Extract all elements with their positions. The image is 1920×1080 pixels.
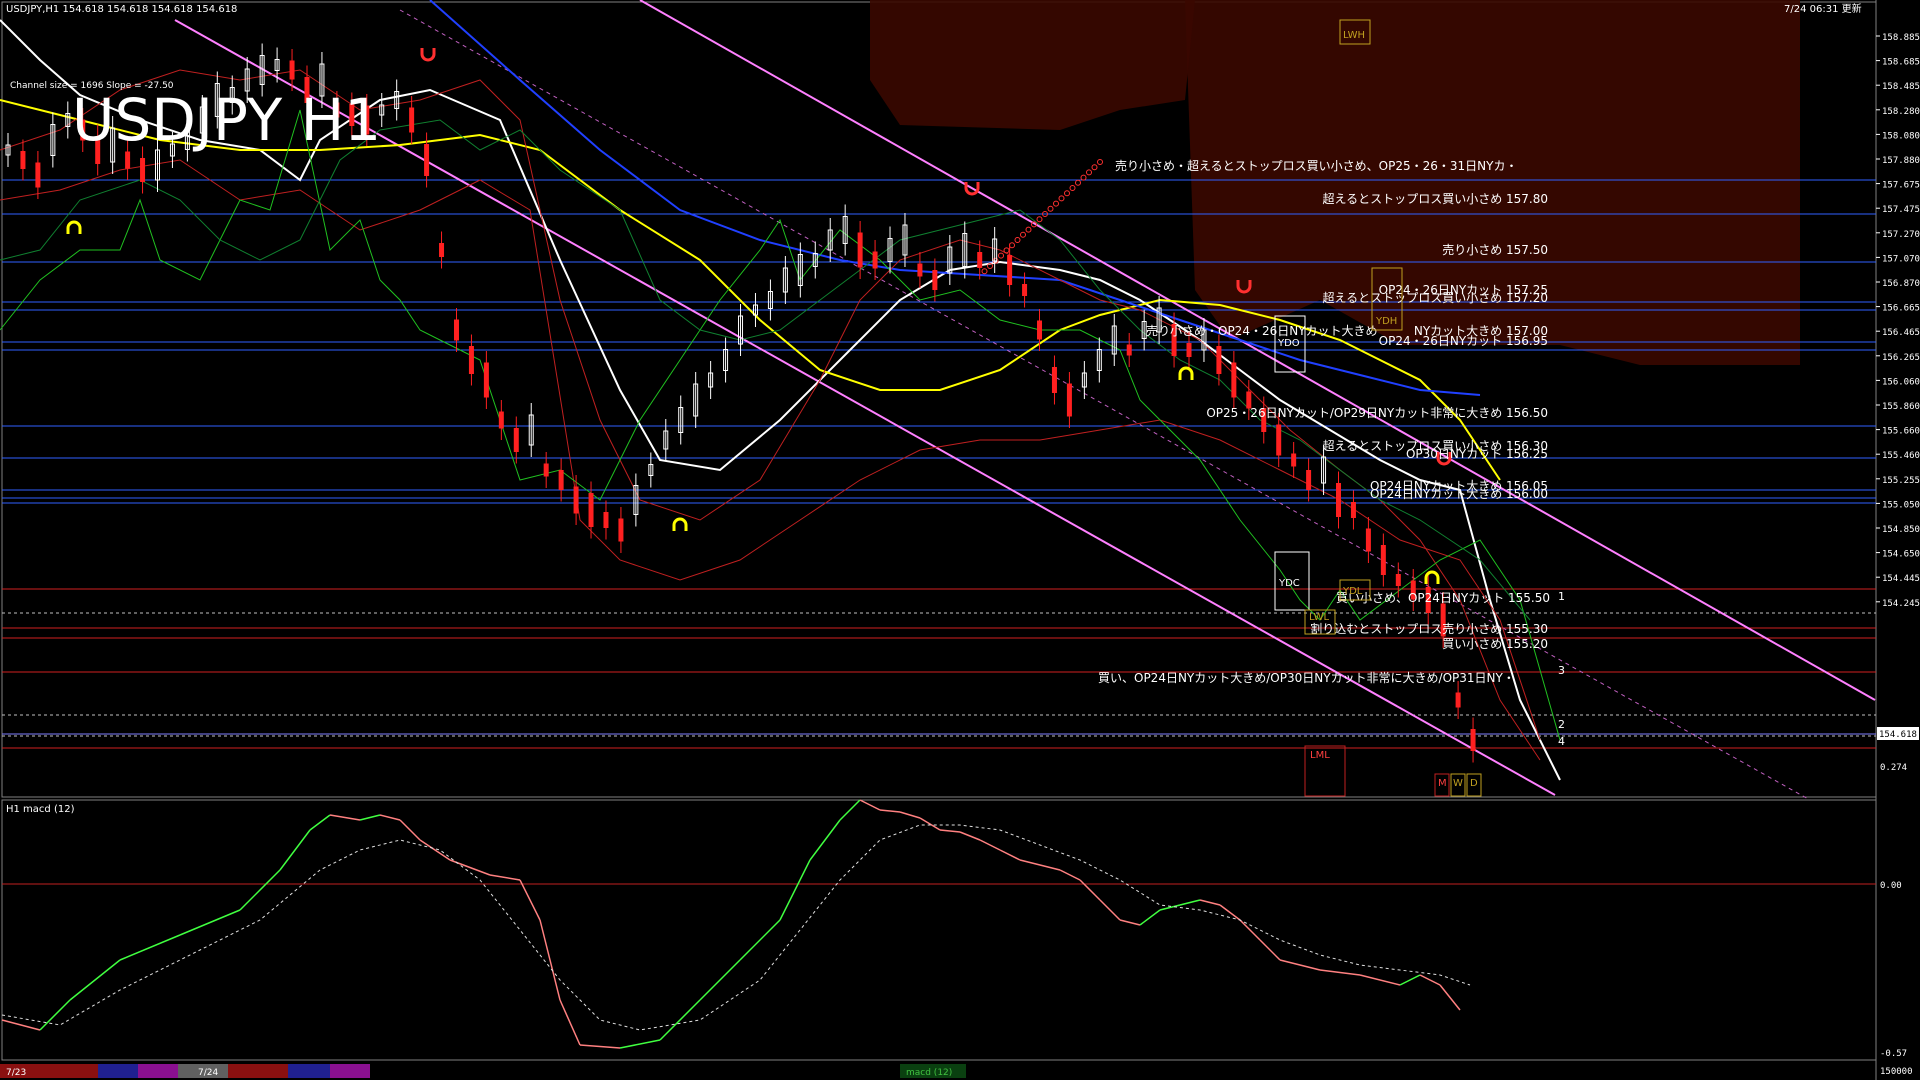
level-annotation: 売り小さめ・超えるとストップロス買い小さめ、OP25・26・31日NYカ・ xyxy=(1115,158,1517,173)
price-tick: 155.050 xyxy=(1882,500,1920,510)
level-annotation: 買い小さめ、OP24日NYカット 155.50 xyxy=(1336,591,1550,605)
marker-m: M xyxy=(1438,778,1447,789)
marker-lwl: LWL xyxy=(1309,612,1330,623)
marker-1: 1 xyxy=(1558,590,1565,603)
price-tick: 158.685 xyxy=(1882,58,1920,68)
price-tick: 156.265 xyxy=(1882,353,1920,363)
price-tick: 155.255 xyxy=(1882,476,1920,486)
macd-tick-axis: 150000 xyxy=(1880,1067,1913,1077)
symbol-info: USDJPY,H1 154.618 154.618 154.618 154.61… xyxy=(6,4,237,15)
price-tick: 155.660 xyxy=(1882,427,1920,437)
marker-lwh: LWH xyxy=(1343,30,1365,41)
price-tick: 157.675 xyxy=(1882,181,1920,191)
level-annotation: 超えるとストップロス買い小さめ 157.20 xyxy=(1323,290,1548,305)
price-tick: 158.280 xyxy=(1882,107,1920,117)
level-annotation: OP25・26日NYカット/OP29日NYカット非常に大きめ 156.50 xyxy=(1206,406,1548,420)
level-annotation: 買い小さめ 155.20 xyxy=(1442,637,1548,651)
level-annotation: OP24日NYカット大きめ 156.00 xyxy=(1370,487,1548,501)
macd-tick-zero: 0.00 xyxy=(1880,881,1902,891)
price-tick: 156.060 xyxy=(1882,377,1920,387)
time-label-0724: 7/24 xyxy=(198,1068,218,1078)
price-tick: 154.850 xyxy=(1882,525,1920,535)
level-annotation: 買い、OP24日NYカット大きめ/OP30日NYカット非常に大きめ/OP31日N… xyxy=(1098,671,1515,685)
usdjpy-h1-chart: USDJPY,H1 154.618 154.618 154.618 154.61… xyxy=(0,0,1920,1080)
price-tick: 155.460 xyxy=(1882,451,1920,461)
marker-ydl: YDL xyxy=(1342,586,1363,597)
marker-4: 4 xyxy=(1558,735,1565,748)
price-tick: 158.485 xyxy=(1882,82,1920,92)
price-tick: 156.465 xyxy=(1882,328,1920,338)
price-tick: 154.650 xyxy=(1882,550,1920,560)
price-tick: 158.885 xyxy=(1882,33,1920,43)
level-annotation: 売り小さめ・OP24・26日NYカット大きめ xyxy=(1146,323,1378,338)
macd-tick-bottom: -0.57 xyxy=(1880,1049,1907,1059)
marker-d: D xyxy=(1470,778,1478,789)
marker-ydo: YDO xyxy=(1277,338,1300,349)
level-annotation: OP24・26日NYカット 156.95 xyxy=(1379,334,1548,348)
price-tick: 157.070 xyxy=(1882,254,1920,264)
chart-watermark: USDJPY H1 xyxy=(72,86,381,154)
price-tick: 157.475 xyxy=(1882,205,1920,215)
current-price-label: 154.618 xyxy=(1879,730,1917,740)
price-tick: 154.245 xyxy=(1882,599,1920,609)
time-label-0723: 7/23 xyxy=(6,1068,26,1078)
macd-tick-top: 0.274 xyxy=(1880,763,1907,773)
price-tick: 157.270 xyxy=(1882,230,1920,240)
price-tick: 158.080 xyxy=(1882,131,1920,141)
update-timestamp: 7/24 06:31 更新 xyxy=(1784,2,1862,15)
marker-ydh: YDH xyxy=(1375,316,1397,327)
price-tick: 154.445 xyxy=(1882,574,1920,584)
macd-tag: macd (12) xyxy=(906,1068,952,1078)
level-annotation: 売り小さめ 157.50 xyxy=(1442,242,1548,257)
marker-lml: LML xyxy=(1310,750,1330,761)
marker-2: 2 xyxy=(1558,718,1565,731)
price-tick: 155.860 xyxy=(1882,402,1920,412)
marker-ydc: YDC xyxy=(1278,578,1300,589)
price-tick: 156.870 xyxy=(1882,279,1920,289)
price-tick: 157.880 xyxy=(1882,156,1920,166)
price-tick: 156.665 xyxy=(1882,304,1920,314)
level-annotation: OP30日NYカット 156.25 xyxy=(1406,447,1548,461)
level-annotation: 割り込むとストップロス売り小さめ 155.30 xyxy=(1310,621,1548,636)
marker-3: 3 xyxy=(1558,664,1565,677)
level-annotation: 超えるとストップロス買い小さめ 157.80 xyxy=(1323,191,1548,206)
marker-w: W xyxy=(1453,778,1463,789)
macd-title: H1 macd (12) xyxy=(6,804,75,815)
